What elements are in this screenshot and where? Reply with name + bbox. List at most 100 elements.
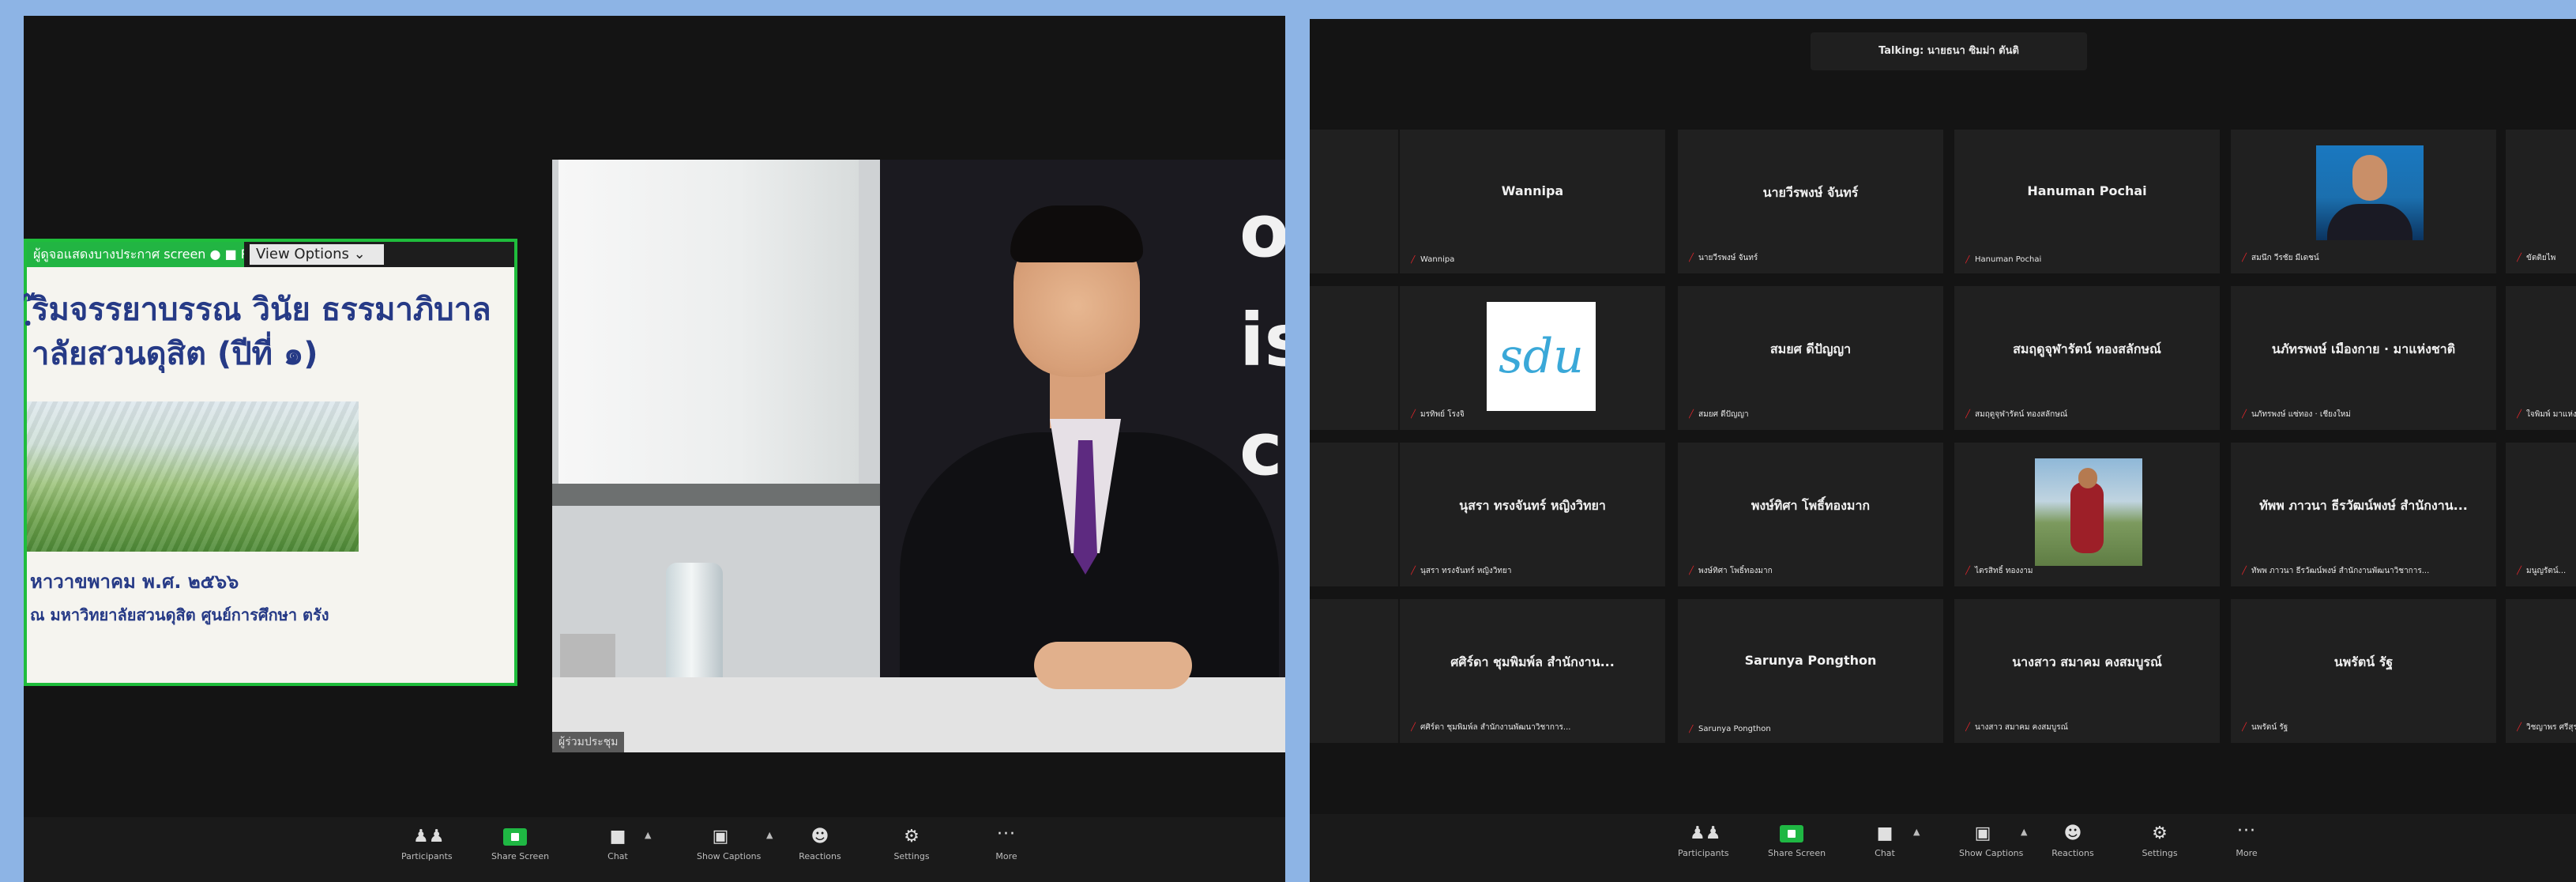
participant-label-text: ไตรสิทธิ์ ทองงาม (1975, 567, 2033, 575)
participant-tile[interactable]: ขัตติยไพ ╱ ขัตติยไพ (2504, 128, 2576, 275)
participant-label-text: นพรัตน์ รัฐ (2251, 723, 2288, 732)
participant-tile[interactable]: ╱ ใจพิมพ์ มาแห่ง (2504, 285, 2576, 432)
more-button[interactable]: ··· More (983, 824, 1030, 862)
more-icon: ··· (997, 824, 1016, 844)
logo-mark: sdu (1499, 329, 1584, 384)
chat-button[interactable]: ■ Chat (594, 828, 641, 862)
participant-label: ╱ สมยศ ดีปัญญา (1689, 409, 1749, 420)
participant-label-text: นายวีรพงษ์ จันทร์ (1698, 254, 1758, 262)
participant-tile[interactable]: วิ ╱ วิชญาพร ศรีสุรชัย (2504, 597, 2576, 744)
slide-painting-image (27, 401, 359, 552)
participant-label-text: สมนึก วีรชัย มีเดชน์ (2251, 254, 2319, 262)
participant-logo-avatar: sdu (1487, 302, 1596, 411)
reactions-button[interactable]: ☻ Reactions (2049, 824, 2097, 859)
participant-name: ศศิร์ดา ชุมพิมพ์ล สำนักงาน... (1450, 654, 1615, 669)
participant-label-text: นุสรา ทรงจันทร์ หญิงวิทยา (1420, 567, 1512, 575)
participant-tile[interactable]: Sarunya Pongthon ╱ Sarunya Pongthon (1676, 597, 1945, 744)
captions-chevron-icon[interactable]: ▲ (766, 830, 773, 840)
more-button[interactable]: ··· More (2223, 823, 2270, 859)
toolbar-label: Settings (2142, 848, 2178, 858)
mic-muted-icon: ╱ (1411, 723, 1416, 732)
reactions-button[interactable]: ☻ Reactions (796, 827, 844, 862)
chat-chevron-icon[interactable]: ▲ (645, 830, 651, 840)
participant-tile[interactable]: นภัทรพงษ์ เมืองกาย · มาแห่งชาติ ╱ นภัทรพงษ… (2229, 285, 2498, 432)
participant-label-text: ทัพพ ภาวนา ธีรวัฒน์พงษ์ สำนักงานพัฒนาวิช… (2251, 567, 2430, 575)
participant-label-text: สมฤดูจุฬารัตน์ ทองสลักษณ์ (1975, 410, 2068, 419)
participant-label-text: มนูญรัตน์... (2526, 567, 2567, 575)
participant-tile[interactable]: นางสาว สมาคม คงสมบูรณ์ ╱ นางสาว สมาคม คงสม… (1953, 597, 2221, 744)
participant-label-text: พงษ์ทิศา โพธิ์ทองมาก (1698, 567, 1773, 575)
participant-tile[interactable]: สมยศ ดีปัญญา ╱ สมยศ ดีปัญญา (1676, 285, 1945, 432)
settings-icon: ⚙ (2152, 824, 2168, 843)
participant-label: ╱ Hanuman Pochai (1965, 255, 2041, 264)
captions-chevron-icon[interactable]: ▲ (2021, 827, 2027, 837)
participant-tile[interactable]: นายวีรพงษ์ จันทร์ ╱ นายวีรพงษ์ จันทร์ (1676, 128, 1945, 275)
participant-tile[interactable]: พงษ์ทิศา โพธิ์ทองมาก ╱ พงษ์ทิศา โพธิ์ทองมา… (1676, 441, 1945, 588)
shared-screen-panel[interactable]: ผู้ดูจอแสดงบางประกาศ screen ● ■ Rec View… (24, 239, 517, 686)
share-screen-button[interactable]: Share Screen (1768, 825, 1826, 858)
reactions-icon: ☻ (2063, 824, 2082, 843)
mic-muted-icon: ╱ (1411, 255, 1416, 264)
mic-muted-icon: ╱ (1689, 567, 1694, 575)
toolbar-label: Participants (401, 851, 453, 861)
participant-label: ╱ ใจพิมพ์ มาแห่ง (2517, 409, 2576, 420)
meeting-window-right: Talking: นายธนา ซิมม่า ตันติ Wannipa ╱ Wan… (1310, 19, 2576, 882)
settings-button[interactable]: ⚙ Settings (2136, 824, 2183, 859)
participant-tile[interactable]: สมฤดูจุฬารัตน์ ทองสลักษณ์ ╱ สมฤดูจุฬารัตน์… (1953, 285, 2221, 432)
participant-tile[interactable]: Wannipa ╱ Wannipa (1398, 128, 1667, 275)
participant-tile[interactable]: sdu ╱ มรทิพย์ โรงจิ (1398, 285, 1667, 432)
reactions-icon: ☻ (810, 827, 829, 846)
chat-button[interactable]: ■ Chat (1861, 824, 1908, 859)
participant-tile[interactable]: ╱ ไตรสิทธิ์ ทองงาม (1953, 441, 2221, 588)
mic-muted-icon: ╱ (2517, 410, 2522, 419)
show-captions-button[interactable]: ▣ Show Captions (697, 828, 762, 862)
view-options-button[interactable]: View Options ⌄ (250, 244, 384, 265)
participant-label: ╱ มนูญรัตน์... (2517, 565, 2566, 577)
participant-label: ╱ Sarunya Pongthon (1689, 725, 1771, 733)
participant-tile[interactable]: นุสรา ทรงจันทร์ หญิงวิทยา ╱ นุสรา ทรงจันทร… (1398, 441, 1667, 588)
participant-label-text: วิชญาพร ศรีสุรชัย (2526, 723, 2576, 732)
speaker-hands (1034, 642, 1192, 689)
participant-tile[interactable]: ทัพพ ภาวนา ธีรวัฒน์พงษ์ สำนักงาน... ╱ ทัพพ… (2229, 441, 2498, 588)
share-screen-button[interactable]: Share Screen (491, 828, 549, 861)
participant-label: ╱ นางสาว สมาคม คงสมบูรณ์ (1965, 722, 2068, 733)
desk (552, 677, 1285, 752)
mic-muted-icon: ╱ (2242, 254, 2247, 262)
participant-label-text: มรทิพย์ โรงจิ (1420, 410, 1465, 419)
participant-name: Wannipa (1501, 183, 1564, 198)
share-screen-icon (1780, 825, 1803, 842)
participant-name: วิ (2506, 653, 2576, 673)
chat-icon: ■ (1876, 824, 1893, 843)
mic-muted-icon: ╱ (2242, 723, 2247, 732)
participant-label: ╱ วิชญาพร ศรีสุรชัย (2517, 722, 2576, 733)
participant-label-text: Hanuman Pochai (1975, 255, 2042, 264)
mic-muted-icon: ╱ (1965, 567, 1971, 575)
participants-button[interactable]: ♟♟ Participants (1678, 825, 1729, 859)
participant-tile[interactable]: ╱ สมนึก วีรชัย มีเดชน์ (2229, 128, 2498, 275)
speaker-video[interactable]: o is c i ผู้ร่วมประชุม (552, 160, 1285, 752)
mic-muted-icon: ╱ (1689, 410, 1694, 419)
participant-label-text: ใจพิมพ์ มาแห่ง (2526, 410, 2576, 419)
participants-button[interactable]: ♟♟ Participants (401, 828, 453, 862)
participant-tile[interactable]: ╱ มนูญรัตน์... (2504, 441, 2576, 588)
show-captions-button[interactable]: ▣ Show Captions (1959, 825, 2023, 859)
participant-name: นายวีรพงษ์ จันทร์ (1762, 185, 1859, 200)
participant-label: ╱ สมฤดูจุฬารัตน์ ทองสลักษณ์ (1965, 409, 2067, 420)
participant-label: ╱ ไตรสิทธิ์ ทองงาม (1965, 565, 2033, 577)
settings-button[interactable]: ⚙ Settings (888, 828, 935, 862)
window-glass (558, 160, 859, 484)
toolbar-label: Share Screen (1768, 848, 1826, 858)
slide-title: ฺ๊ริมจรรยาบรรณ วินัย ธรรมาภิบาล าลัยสวนด… (32, 288, 513, 376)
meeting-toolbar: ♟♟ Participants Share Screen ■ Chat ▲ ▣ … (24, 817, 1285, 882)
participant-tile[interactable]: นพรัตน์ รัฐ ╱ นพรัตน์ รัฐ (2229, 597, 2498, 744)
sharing-indicator[interactable]: ผู้ดูจอแสดงบางประกาศ screen ● ■ Rec (27, 242, 244, 267)
participant-name: สมฤดูจุฬารัตน์ ทองสลักษณ์ (2013, 341, 2161, 356)
mic-muted-icon: ╱ (2242, 410, 2247, 419)
toolbar-label: Show Captions (697, 851, 762, 861)
chat-chevron-icon[interactable]: ▲ (1913, 827, 1920, 837)
participant-label: ╱ นายวีรพงษ์ จันทร์ (1689, 252, 1758, 264)
speaker-hair (1010, 205, 1143, 262)
participant-tile[interactable]: Hanuman Pochai ╱ Hanuman Pochai (1953, 128, 2221, 275)
participant-label: ╱ ศศิร์ดา ชุมพิมพ์ล สำนักงานพัฒนาวิชาการ.… (1411, 722, 1570, 733)
participant-tile[interactable]: ศศิร์ดา ชุมพิมพ์ล สำนักงาน... ╱ ศศิร์ดา ชุ… (1398, 597, 1667, 744)
